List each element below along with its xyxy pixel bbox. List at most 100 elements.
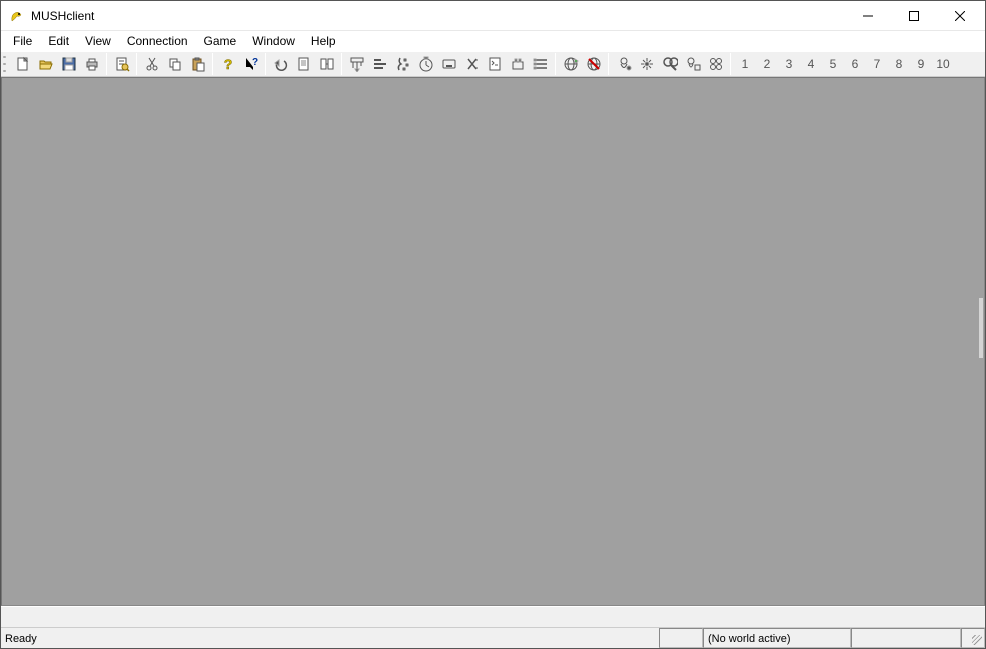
connect-button[interactable] bbox=[559, 53, 582, 75]
menu-connection[interactable]: Connection bbox=[119, 33, 196, 49]
toolbar-separator bbox=[106, 53, 107, 75]
toolbar-separator bbox=[555, 53, 556, 75]
context-help-button[interactable] bbox=[239, 53, 262, 75]
status-world: (No world active) bbox=[703, 628, 851, 648]
scrollbar-hint bbox=[979, 298, 983, 358]
paste-icon bbox=[190, 56, 206, 72]
world-9-button[interactable]: 9 bbox=[910, 53, 932, 75]
world-8-button[interactable]: 8 bbox=[888, 53, 910, 75]
world-config-icon bbox=[533, 56, 549, 72]
plugins-icon bbox=[510, 56, 526, 72]
notepad-button[interactable] bbox=[292, 53, 315, 75]
world-config-button[interactable] bbox=[529, 53, 552, 75]
print-button[interactable] bbox=[80, 53, 103, 75]
debug1-icon bbox=[616, 56, 632, 72]
aliases-button[interactable] bbox=[368, 53, 391, 75]
cut-button[interactable] bbox=[140, 53, 163, 75]
toolbar-separator bbox=[136, 53, 137, 75]
menu-help[interactable]: Help bbox=[303, 33, 344, 49]
toolbar-separator bbox=[212, 53, 213, 75]
copy-icon bbox=[167, 56, 183, 72]
triggers-button[interactable] bbox=[345, 53, 368, 75]
debug2-button[interactable] bbox=[635, 53, 658, 75]
macros-button[interactable] bbox=[437, 53, 460, 75]
timers-icon bbox=[418, 56, 434, 72]
preferences-button[interactable] bbox=[110, 53, 133, 75]
cut-icon bbox=[144, 56, 160, 72]
plugins-button[interactable] bbox=[506, 53, 529, 75]
new-button[interactable] bbox=[11, 53, 34, 75]
variables-button[interactable] bbox=[460, 53, 483, 75]
world-1-button[interactable]: 1 bbox=[734, 53, 756, 75]
context-help-icon bbox=[243, 56, 259, 72]
resize-grip[interactable] bbox=[961, 628, 985, 648]
toolbar-separator bbox=[730, 53, 731, 75]
undo-icon bbox=[273, 56, 289, 72]
timers-button[interactable] bbox=[414, 53, 437, 75]
app-icon bbox=[9, 8, 25, 24]
save-icon bbox=[61, 56, 77, 72]
undo-button[interactable] bbox=[269, 53, 292, 75]
toolbar-separator bbox=[608, 53, 609, 75]
variables-icon bbox=[464, 56, 480, 72]
world-6-button[interactable]: 6 bbox=[844, 53, 866, 75]
open-icon bbox=[38, 56, 54, 72]
statusbar: Ready (No world active) bbox=[1, 628, 985, 648]
titlebar: MUSHclient bbox=[1, 1, 985, 31]
status-panel-3 bbox=[851, 628, 961, 648]
debug3-button[interactable] bbox=[681, 53, 704, 75]
maximize-button[interactable] bbox=[891, 1, 937, 31]
debug4-button[interactable] bbox=[704, 53, 727, 75]
paste-button[interactable] bbox=[186, 53, 209, 75]
debug2-icon bbox=[639, 56, 655, 72]
help-button[interactable] bbox=[216, 53, 239, 75]
toolbar-grip[interactable] bbox=[3, 53, 9, 75]
find-button[interactable] bbox=[658, 53, 681, 75]
menu-view[interactable]: View bbox=[77, 33, 119, 49]
recall-button[interactable] bbox=[315, 53, 338, 75]
toolbar: 12345678910 bbox=[1, 51, 985, 77]
toolbar-separator bbox=[341, 53, 342, 75]
debug3-icon bbox=[685, 56, 701, 72]
keypad-button[interactable] bbox=[391, 53, 414, 75]
minimize-button[interactable] bbox=[845, 1, 891, 31]
debug4-icon bbox=[708, 56, 724, 72]
world-2-button[interactable]: 2 bbox=[756, 53, 778, 75]
disconnect-button[interactable] bbox=[582, 53, 605, 75]
window-title: MUSHclient bbox=[31, 9, 94, 23]
open-button[interactable] bbox=[34, 53, 57, 75]
debug1-button[interactable] bbox=[612, 53, 635, 75]
mdi-client-area bbox=[1, 77, 985, 606]
world-7-button[interactable]: 7 bbox=[866, 53, 888, 75]
menu-edit[interactable]: Edit bbox=[40, 33, 77, 49]
world-4-button[interactable]: 4 bbox=[800, 53, 822, 75]
menu-window[interactable]: Window bbox=[244, 33, 303, 49]
status-ready: Ready bbox=[1, 628, 659, 648]
toolbar-separator bbox=[265, 53, 266, 75]
scripts-button[interactable] bbox=[483, 53, 506, 75]
print-icon bbox=[84, 56, 100, 72]
menu-file[interactable]: File bbox=[5, 33, 40, 49]
status-panel-1 bbox=[659, 628, 703, 648]
connect-icon bbox=[563, 56, 579, 72]
triggers-icon bbox=[349, 56, 365, 72]
menu-game[interactable]: Game bbox=[196, 33, 245, 49]
preferences-icon bbox=[114, 56, 130, 72]
find-icon bbox=[662, 56, 678, 72]
world-3-button[interactable]: 3 bbox=[778, 53, 800, 75]
macros-icon bbox=[441, 56, 457, 72]
disconnect-icon bbox=[586, 56, 602, 72]
copy-button[interactable] bbox=[163, 53, 186, 75]
recall-icon bbox=[319, 56, 335, 72]
help-icon bbox=[220, 56, 236, 72]
world-10-button[interactable]: 10 bbox=[932, 53, 954, 75]
scripts-icon bbox=[487, 56, 503, 72]
world-5-button[interactable]: 5 bbox=[822, 53, 844, 75]
notepad-icon bbox=[296, 56, 312, 72]
activity-bar bbox=[1, 606, 985, 628]
close-button[interactable] bbox=[937, 1, 983, 31]
keypad-icon bbox=[395, 56, 411, 72]
menubar: FileEditViewConnectionGameWindowHelp bbox=[1, 31, 985, 51]
aliases-icon bbox=[372, 56, 388, 72]
save-button[interactable] bbox=[57, 53, 80, 75]
